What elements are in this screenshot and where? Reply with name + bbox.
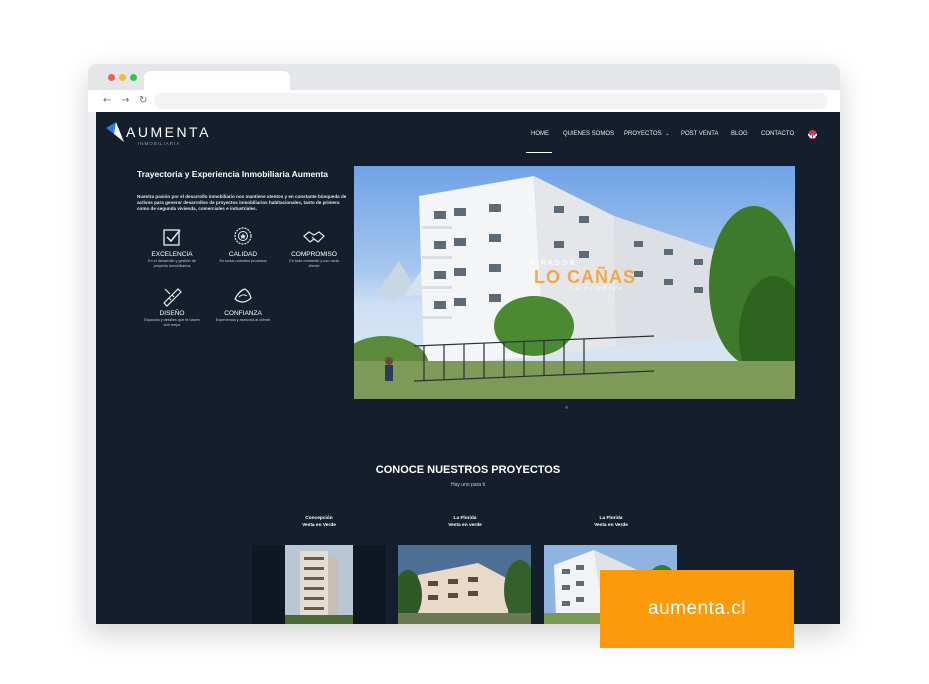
project-commune: La Florida [599, 516, 623, 521]
uk-flag-icon[interactable] [808, 130, 817, 139]
value-desc: En el desarrollo y gestión de proyecto i… [148, 259, 196, 268]
trust-hands-icon [234, 288, 252, 303]
back-arrow-icon[interactable]: ← [103, 94, 111, 108]
project-image-2[interactable] [398, 545, 531, 624]
project-name: Vesta en Verde [594, 522, 628, 528]
project-label-2[interactable]: La Florida Vesta en verde [405, 516, 525, 529]
intro-title: Trayectoria y Experiencia Inmobiliaria A… [137, 169, 329, 179]
browser-toolbar: ← → ↻ [88, 90, 840, 112]
logo-subtext: INMOBILIARIA [138, 141, 181, 146]
value-title: CONFIANZA [224, 310, 262, 317]
value-excelencia: EXCELENCIA En el desarrollo y gestión de… [142, 226, 202, 269]
value-confianza: CONFIANZA Experiencia y asesoría al clie… [213, 285, 273, 323]
check-square-icon [163, 229, 181, 246]
value-desc: En todos nuestros procesos [219, 259, 267, 263]
browser-window: ← → ↻ AUMENTA INMOBILIARIA HOME QUIENES … [88, 64, 840, 624]
website-page: AUMENTA INMOBILIARIA HOME QUIENES SOMOS … [96, 112, 840, 624]
hero-overlay-la-florida: LA FLORIDA [570, 286, 625, 292]
reload-icon[interactable]: ↻ [139, 94, 147, 108]
value-title: CALIDAD [228, 251, 258, 258]
address-bar[interactable] [154, 93, 828, 109]
project-commune: La Florida [453, 516, 477, 521]
project-name: Vesta en verde [448, 522, 482, 528]
ruler-pencil-icon [163, 288, 182, 307]
project-commune: Concepción [305, 516, 333, 521]
project-label-1[interactable]: Concepción Vesta en Verde [259, 516, 379, 529]
nav-proyectos[interactable]: PROYECTOS ⌄ [624, 131, 669, 137]
close-window-icon[interactable] [108, 74, 115, 81]
logo-mark-icon [106, 122, 124, 142]
nav-proyectos-label: PROYECTOS [624, 131, 662, 137]
value-calidad: CALIDAD En todos nuestros procesos [213, 226, 273, 264]
hero-overlay-mirador: MIRADOR [529, 260, 577, 267]
active-nav-indicator [526, 152, 552, 153]
hero-project-image[interactable]: MIRADOR LO CAÑAS LA FLORIDA [354, 166, 795, 399]
logo-text: AUMENTA [126, 124, 211, 140]
value-compromiso: COMPROMISO En todo momento y con cada cl… [284, 226, 344, 269]
minimize-window-icon[interactable] [119, 74, 126, 81]
hero-overlay-lo-canas: LO CAÑAS [534, 267, 636, 287]
projects-title: CONOCE NUESTROS PROYECTOS [375, 464, 561, 476]
project-name: Vesta en Verde [302, 522, 336, 528]
chevron-down-icon: ⌄ [665, 131, 670, 137]
projects-subtitle: Hay uno para ti [451, 482, 485, 488]
handshake-icon [303, 231, 325, 243]
quality-seal-icon [234, 227, 252, 245]
maximize-window-icon[interactable] [130, 74, 137, 81]
browser-titlebar [88, 64, 840, 90]
value-desc: Espacios y detalles que te hacen vivir m… [144, 318, 200, 327]
project-label-3[interactable]: La Florida Vesta en Verde [551, 516, 671, 529]
aumenta-logo[interactable]: AUMENTA INMOBILIARIA [104, 118, 214, 148]
slider-dot[interactable] [565, 406, 568, 409]
value-title: EXCELENCIA [151, 251, 193, 258]
intro-text: Nuestra pasión por el desarrollo inmobil… [137, 194, 347, 211]
browser-tab[interactable] [144, 71, 290, 90]
value-diseno: DISEÑO Espacios y detalles que te hacen … [142, 285, 202, 328]
nav-quienes-somos[interactable]: QUIENES SOMOS [563, 131, 614, 137]
value-desc: Experiencia y asesoría al cliente [215, 318, 271, 322]
value-title: DISEÑO [159, 310, 185, 317]
value-title: COMPROMISO [291, 251, 337, 258]
nav-post-venta[interactable]: POST VENTA [681, 131, 718, 137]
nav-contacto[interactable]: CONTACTO [761, 131, 794, 137]
nav-home[interactable]: HOME [531, 131, 549, 137]
site-url-badge: aumenta.cl [600, 570, 794, 648]
project-image-1[interactable] [252, 545, 385, 624]
nav-blog[interactable]: BLOG [731, 131, 748, 137]
value-desc: En todo momento y con cada cliente [289, 259, 339, 268]
forward-arrow-icon[interactable]: → [121, 94, 129, 108]
